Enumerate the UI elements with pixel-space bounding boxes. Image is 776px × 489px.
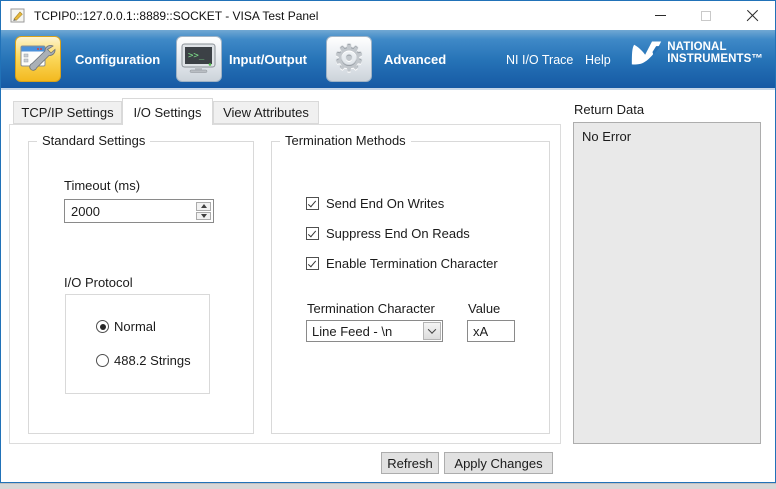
termination-character-value: Line Feed - \n	[312, 324, 392, 339]
close-icon	[746, 9, 759, 22]
radio-label-normal: Normal	[114, 319, 156, 334]
checkbox-label-send-end: Send End On Writes	[326, 196, 444, 211]
io-settings-panel: Standard Settings Timeout (ms) 2000 I/O …	[9, 124, 561, 444]
termination-methods-group: Termination Methods Send End On Writes S…	[271, 141, 550, 434]
ni-eagle-icon	[630, 38, 663, 67]
main-toolbar: Configuration >>_ Input/Output ⚙ Advance…	[1, 30, 775, 90]
advanced-button[interactable]: ⚙	[326, 36, 372, 82]
io-protocol-label: I/O Protocol	[64, 275, 133, 290]
tab-view-attributes[interactable]: View Attributes	[213, 101, 319, 124]
value-field-text[interactable]: xA	[473, 324, 488, 339]
termination-character-label: Termination Character	[307, 301, 435, 316]
desktop-background-strip	[0, 483, 776, 489]
checkbox-checked-icon[interactable]	[306, 197, 319, 210]
return-data-content: No Error	[582, 129, 631, 144]
tab-tcpip-settings[interactable]: TCP/IP Settings	[13, 101, 122, 124]
radio-option-4882-strings[interactable]: 488.2 Strings	[96, 353, 191, 368]
timeout-spin-buttons	[196, 202, 211, 220]
arrow-down-icon	[201, 214, 207, 218]
value-label: Value	[468, 301, 500, 316]
window-title: TCPIP0::127.0.0.1::8889::SOCKET - VISA T…	[34, 9, 318, 23]
input-output-icon: >>_	[181, 43, 217, 75]
dropdown-arrow-button[interactable]	[423, 322, 441, 340]
maximize-button	[683, 1, 729, 30]
minimize-icon	[655, 15, 666, 16]
radio-unselected-icon[interactable]	[96, 354, 109, 367]
radio-option-normal[interactable]: Normal	[96, 319, 156, 334]
visa-test-panel-window: TCPIP0::127.0.0.1::8889::SOCKET - VISA T…	[0, 0, 776, 483]
checkmark-icon	[307, 198, 315, 207]
spin-down-button[interactable]	[196, 212, 211, 221]
advanced-gear-icon: ⚙	[333, 41, 365, 77]
arrow-up-icon	[201, 204, 207, 208]
ni-brand-text: NATIONAL INSTRUMENTS™	[667, 41, 763, 65]
termination-character-dropdown[interactable]: Line Feed - \n	[306, 320, 443, 342]
checkbox-checked-icon[interactable]	[306, 257, 319, 270]
minimize-button[interactable]	[637, 1, 683, 30]
value-field[interactable]: xA	[467, 320, 515, 342]
return-data-label: Return Data	[574, 102, 644, 117]
timeout-value[interactable]: 2000	[71, 204, 100, 219]
app-icon	[10, 8, 26, 24]
ni-brand-line2: INSTRUMENTS™	[667, 53, 763, 65]
standard-settings-group: Standard Settings Timeout (ms) 2000 I/O …	[28, 141, 254, 434]
window-controls	[637, 1, 775, 30]
national-instruments-logo: NATIONAL INSTRUMENTS™	[630, 38, 763, 67]
configuration-label[interactable]: Configuration	[75, 52, 160, 67]
apply-changes-button[interactable]: Apply Changes	[444, 452, 553, 474]
tab-io-settings[interactable]: I/O Settings	[122, 98, 213, 125]
ni-io-trace-link[interactable]: NI I/O Trace	[506, 53, 573, 67]
timeout-label: Timeout (ms)	[64, 178, 140, 193]
spin-up-button[interactable]	[196, 202, 211, 211]
checkbox-send-end-on-writes[interactable]: Send End On Writes	[306, 196, 444, 211]
checkbox-label-enable-termchar: Enable Termination Character	[326, 256, 498, 271]
title-bar: TCPIP0::127.0.0.1::8889::SOCKET - VISA T…	[1, 1, 775, 30]
help-link[interactable]: Help	[585, 53, 611, 67]
svg-text:>>_: >>_	[188, 51, 205, 61]
radio-selected-icon[interactable]	[96, 320, 109, 333]
configuration-button[interactable]	[15, 36, 61, 82]
checkmark-icon	[307, 228, 315, 237]
configuration-icon	[20, 42, 56, 76]
refresh-button[interactable]: Refresh	[381, 452, 439, 474]
checkbox-enable-termination-character[interactable]: Enable Termination Character	[306, 256, 498, 271]
standard-settings-legend: Standard Settings	[37, 133, 150, 148]
ni-brand-line1: NATIONAL	[667, 41, 763, 53]
checkbox-suppress-end-on-reads[interactable]: Suppress End On Reads	[306, 226, 470, 241]
input-output-label[interactable]: Input/Output	[229, 52, 307, 67]
input-output-button[interactable]: >>_	[176, 36, 222, 82]
termination-methods-legend: Termination Methods	[280, 133, 411, 148]
checkbox-label-suppress-end: Suppress End On Reads	[326, 226, 470, 241]
return-data-box: No Error	[573, 122, 761, 444]
close-button[interactable]	[729, 1, 775, 30]
advanced-label[interactable]: Advanced	[384, 52, 446, 67]
maximize-icon	[701, 11, 711, 21]
chevron-down-icon	[428, 325, 436, 333]
io-protocol-box: Normal 488.2 Strings	[65, 294, 210, 394]
timeout-spinner[interactable]: 2000	[64, 199, 214, 223]
checkmark-icon	[307, 258, 315, 267]
radio-label-4882-strings: 488.2 Strings	[114, 353, 191, 368]
checkbox-checked-icon[interactable]	[306, 227, 319, 240]
